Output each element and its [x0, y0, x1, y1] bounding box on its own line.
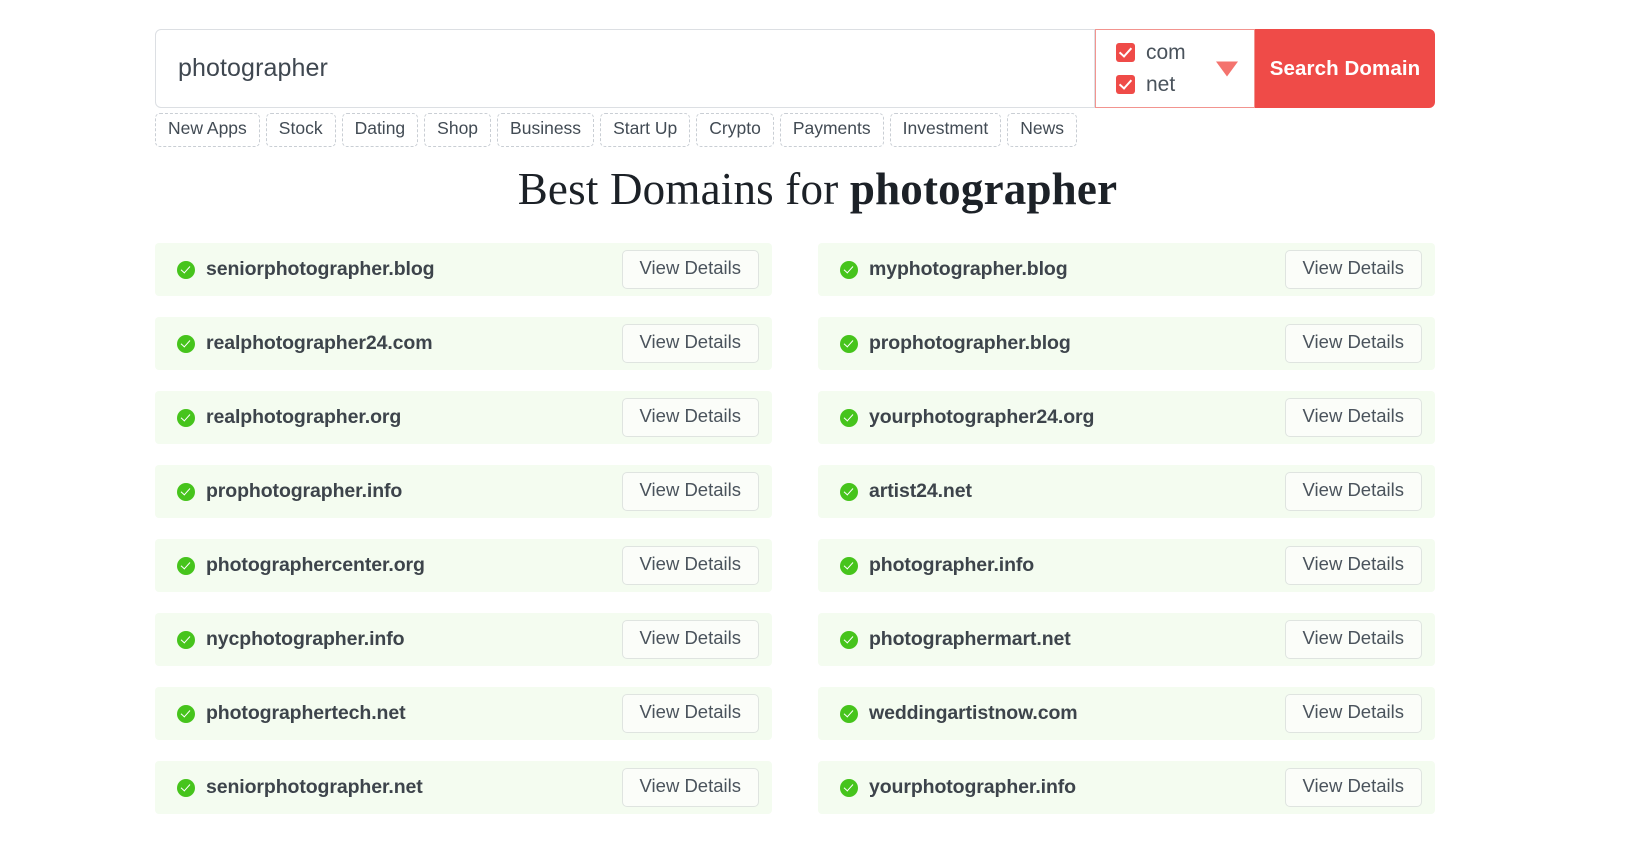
view-details-button[interactable]: View Details [622, 620, 759, 658]
domain-name: photographercenter.org [206, 554, 622, 577]
domain-name: photographer.info [869, 554, 1285, 577]
available-check-icon [840, 261, 858, 279]
available-check-icon [177, 483, 195, 501]
available-check-icon [177, 261, 195, 279]
search-input[interactable] [155, 29, 1095, 108]
domain-name: realphotographer.org [206, 406, 622, 429]
domain-search-page: com net Search Domain New Apps Stock Dat… [0, 0, 1635, 858]
tag-new-apps[interactable]: New Apps [155, 113, 260, 147]
domain-name: yourphotographer.info [869, 776, 1285, 799]
domain-name: realphotographer24.com [206, 332, 622, 355]
domain-name: photographertech.net [206, 702, 622, 725]
search-bar: com net Search Domain [155, 29, 1435, 108]
available-check-icon [177, 779, 195, 797]
view-details-button[interactable]: View Details [622, 398, 759, 436]
domain-result-row: photographer.infoView Details [818, 539, 1435, 592]
available-check-icon [840, 631, 858, 649]
page-title-prefix: Best Domains for [518, 164, 850, 214]
tag-stock[interactable]: Stock [266, 113, 336, 147]
view-details-button[interactable]: View Details [1285, 472, 1422, 510]
available-check-icon [840, 557, 858, 575]
domain-result-row: nycphotographer.infoView Details [155, 613, 772, 666]
tag-crypto[interactable]: Crypto [696, 113, 774, 147]
domain-result-row: seniorphotographer.blogView Details [155, 243, 772, 296]
tag-business[interactable]: Business [497, 113, 594, 147]
tag-investment[interactable]: Investment [890, 113, 1002, 147]
domain-name: yourphotographer24.org [869, 406, 1285, 429]
tld-selector[interactable]: com net [1095, 29, 1255, 108]
view-details-button[interactable]: View Details [1285, 398, 1422, 436]
available-check-icon [177, 705, 195, 723]
view-details-button[interactable]: View Details [622, 250, 759, 288]
tag-start-up[interactable]: Start Up [600, 113, 690, 147]
page-title: Best Domains for photographer [0, 163, 1635, 215]
tld-label-net: net [1146, 74, 1175, 95]
domain-name: myphotographer.blog [869, 258, 1285, 281]
available-check-icon [840, 705, 858, 723]
domain-name: seniorphotographer.blog [206, 258, 622, 281]
domain-name: prophotographer.info [206, 480, 622, 503]
tag-dating[interactable]: Dating [342, 113, 419, 147]
category-tag-list: New Apps Stock Dating Shop Business Star… [155, 113, 1077, 147]
view-details-button[interactable]: View Details [1285, 768, 1422, 806]
domain-name: nycphotographer.info [206, 628, 622, 651]
domain-result-row: weddingartistnow.comView Details [818, 687, 1435, 740]
view-details-button[interactable]: View Details [622, 472, 759, 510]
tag-shop[interactable]: Shop [424, 113, 491, 147]
view-details-button[interactable]: View Details [622, 324, 759, 362]
available-check-icon [177, 631, 195, 649]
view-details-button[interactable]: View Details [1285, 324, 1422, 362]
domain-result-row: photographercenter.orgView Details [155, 539, 772, 592]
domain-result-row: prophotographer.infoView Details [155, 465, 772, 518]
available-check-icon [840, 409, 858, 427]
view-details-button[interactable]: View Details [622, 694, 759, 732]
view-details-button[interactable]: View Details [622, 546, 759, 584]
domain-result-row: prophotographer.blogView Details [818, 317, 1435, 370]
tag-news[interactable]: News [1007, 113, 1077, 147]
view-details-button[interactable]: View Details [1285, 620, 1422, 658]
domain-result-row: yourphotographer.infoView Details [818, 761, 1435, 814]
domain-result-row: realphotographer24.comView Details [155, 317, 772, 370]
domain-result-row: realphotographer.orgView Details [155, 391, 772, 444]
view-details-button[interactable]: View Details [1285, 694, 1422, 732]
view-details-button[interactable]: View Details [1285, 546, 1422, 584]
view-details-button[interactable]: View Details [1285, 250, 1422, 288]
search-domain-button[interactable]: Search Domain [1255, 29, 1435, 108]
domain-name: seniorphotographer.net [206, 776, 622, 799]
available-check-icon [840, 335, 858, 353]
domain-result-row: myphotographer.blogView Details [818, 243, 1435, 296]
view-details-button[interactable]: View Details [622, 768, 759, 806]
available-check-icon [840, 483, 858, 501]
tag-payments[interactable]: Payments [780, 113, 884, 147]
domain-name: prophotographer.blog [869, 332, 1285, 355]
domain-result-row: yourphotographer24.orgView Details [818, 391, 1435, 444]
domain-name: photographermart.net [869, 628, 1285, 651]
domain-results-grid: seniorphotographer.blogView Detailsmypho… [155, 243, 1435, 814]
available-check-icon [840, 779, 858, 797]
checkbox-net[interactable] [1116, 75, 1135, 94]
domain-result-row: photographertech.netView Details [155, 687, 772, 740]
domain-result-row: seniorphotographer.netView Details [155, 761, 772, 814]
tld-label-com: com [1146, 42, 1186, 63]
domain-name: weddingartistnow.com [869, 702, 1285, 725]
domain-result-row: photographermart.netView Details [818, 613, 1435, 666]
available-check-icon [177, 335, 195, 353]
checkbox-com[interactable] [1116, 43, 1135, 62]
page-title-keyword: photographer [850, 164, 1117, 214]
domain-name: artist24.net [869, 480, 1285, 503]
domain-result-row: artist24.netView Details [818, 465, 1435, 518]
available-check-icon [177, 557, 195, 575]
chevron-down-icon[interactable] [1216, 61, 1238, 76]
available-check-icon [177, 409, 195, 427]
